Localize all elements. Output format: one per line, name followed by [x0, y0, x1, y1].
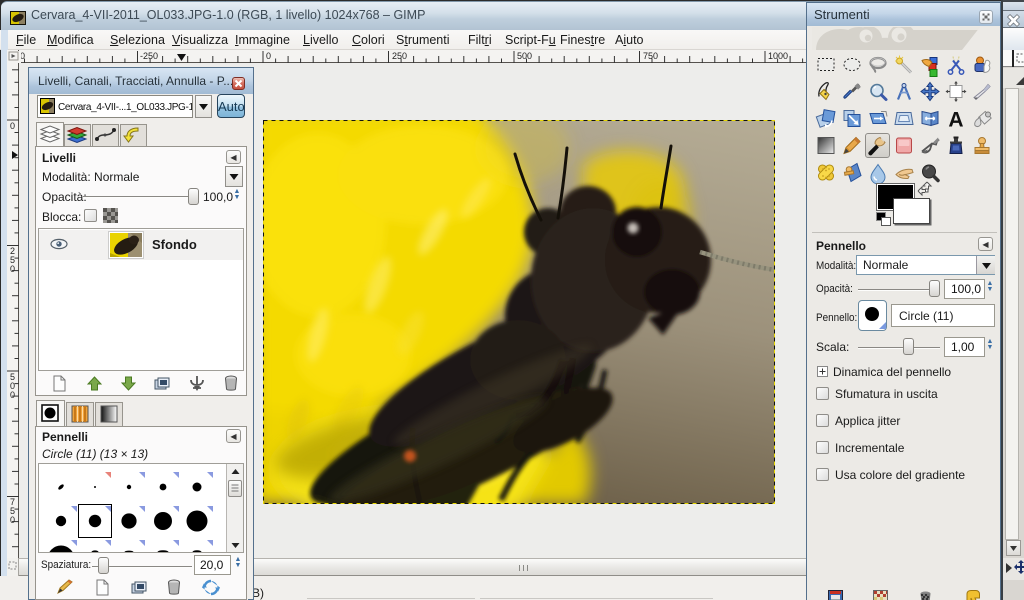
svg-text:0: 0 — [10, 390, 15, 400]
svg-text:1000: 1000 — [768, 51, 788, 61]
svg-text:0: 0 — [266, 51, 271, 61]
svg-text:500: 500 — [517, 51, 532, 61]
svg-text:0: 0 — [10, 515, 15, 525]
svg-text:0: 0 — [10, 121, 15, 131]
svg-text:250: 250 — [392, 51, 407, 61]
svg-text:0: 0 — [10, 264, 15, 274]
svg-text:A: A — [948, 109, 963, 132]
svg-text:-250: -250 — [140, 51, 158, 61]
svg-text:750: 750 — [643, 51, 658, 61]
